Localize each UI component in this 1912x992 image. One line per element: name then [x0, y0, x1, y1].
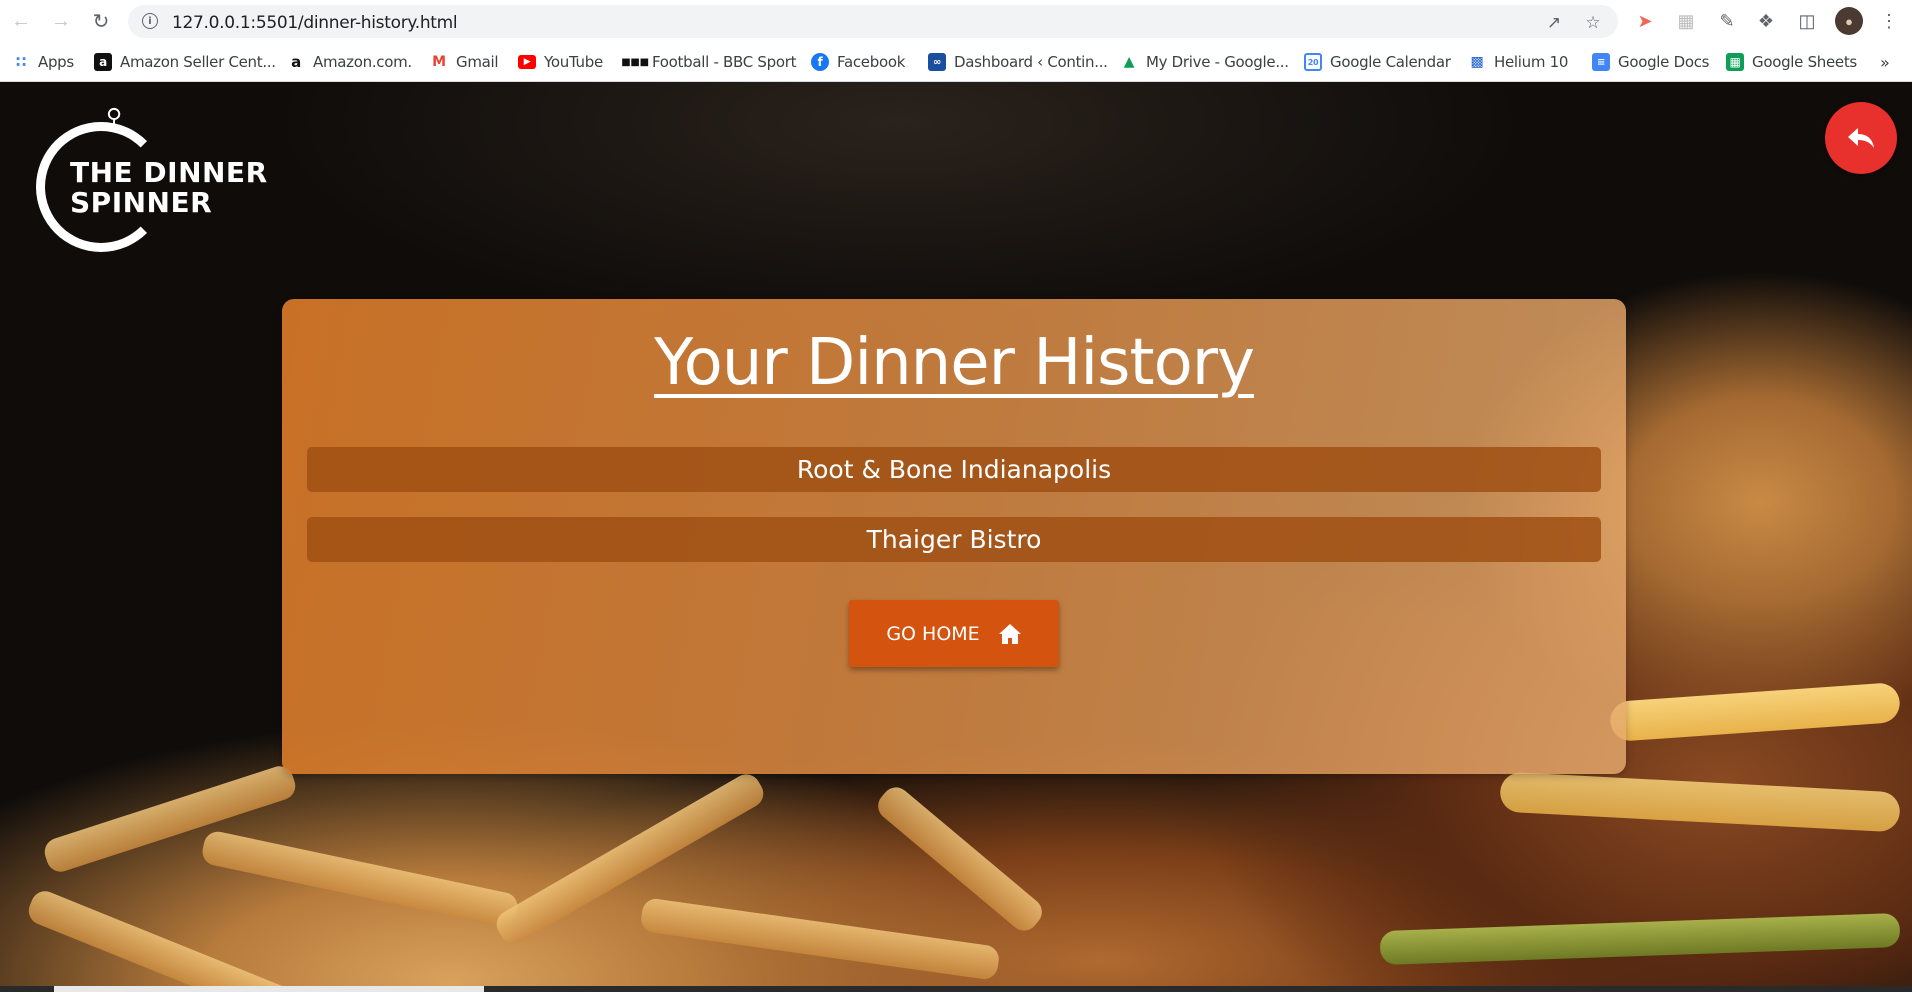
apps-grid-icon: ∷: [15, 53, 27, 71]
site-logo[interactable]: ⚲ THE DINNER SPINNER: [10, 100, 267, 280]
bookmark-label: Helium 10: [1494, 53, 1569, 71]
scrollbar-thumb[interactable]: [54, 986, 484, 992]
amazon-a-icon: a: [291, 53, 301, 71]
fries-decoration: [24, 887, 316, 992]
bookmark-google-calendar[interactable]: 20 Google Calendar: [1304, 51, 1451, 73]
bookmarks-overflow-button[interactable]: »: [1880, 51, 1890, 73]
dashboard-icon: ∞: [928, 53, 946, 71]
menu-dots-icon[interactable]: ⋮: [1878, 10, 1900, 32]
youtube-icon: ▶: [518, 55, 536, 69]
bookmark-helium10[interactable]: ▩ Helium 10: [1468, 51, 1569, 73]
bookmark-apps[interactable]: ∷ Apps: [12, 51, 74, 73]
cheese-decoration: [1499, 771, 1901, 833]
pen-extension-icon[interactable]: ✎: [1716, 10, 1738, 32]
extensions-puzzle-icon[interactable]: ❖: [1755, 10, 1777, 32]
gmail-icon: M: [432, 54, 446, 70]
reply-arrow-icon: [1848, 128, 1874, 148]
bookmark-label: YouTube: [544, 53, 603, 71]
bookmark-dashboard[interactable]: ∞ Dashboard ‹ Contin...: [928, 51, 1108, 73]
site-info-icon[interactable]: i: [142, 13, 158, 29]
go-home-button[interactable]: GO HOME: [849, 600, 1059, 667]
bookmark-amazon[interactable]: a Amazon.com.: [287, 51, 412, 73]
bookmark-amazon-seller[interactable]: a Amazon Seller Cent...: [94, 51, 276, 73]
home-icon: [998, 623, 1021, 644]
fries-decoration: [639, 897, 1001, 981]
bookmark-youtube[interactable]: ▶ YouTube: [518, 51, 603, 73]
extension-red-icon[interactable]: ➤: [1634, 10, 1656, 32]
side-panel-icon[interactable]: ◫: [1796, 10, 1818, 32]
bookmark-gmail[interactable]: M Gmail: [430, 51, 498, 73]
bookmark-label: Apps: [38, 53, 74, 71]
google-calendar-icon: 20: [1304, 53, 1322, 71]
bookmark-label: Dashboard ‹ Contin...: [954, 53, 1108, 71]
amazon-icon: a: [94, 53, 112, 71]
google-sheets-icon: ▦: [1726, 53, 1744, 71]
profile-avatar[interactable]: ●: [1835, 7, 1863, 35]
page-background: ⚲ THE DINNER SPINNER Your Dinner History…: [0, 82, 1912, 992]
browser-toolbar: ← → ↻ i 127.0.0.1:5501/dinner-history.ht…: [0, 0, 1912, 42]
bookmark-google-sheets[interactable]: ▦ Google Sheets: [1726, 51, 1857, 73]
bookmark-label: My Drive - Google...: [1146, 53, 1289, 71]
google-docs-icon: ≡: [1592, 53, 1610, 71]
bookmark-label: Facebook: [837, 53, 906, 71]
dinner-history-panel: Your Dinner History Root & Bone Indianap…: [282, 299, 1626, 774]
logo-line-2: SPINNER: [70, 186, 213, 219]
bookmark-label: Gmail: [456, 53, 499, 71]
bookmark-label: Google Sheets: [1752, 53, 1857, 71]
reload-icon[interactable]: ↻: [88, 8, 114, 34]
url-text[interactable]: 127.0.0.1:5501/dinner-history.html: [172, 13, 458, 33]
bookmark-facebook[interactable]: f Facebook: [811, 51, 905, 73]
logo-text: THE DINNER SPINNER: [70, 158, 268, 218]
horizontal-scrollbar[interactable]: [0, 986, 1912, 992]
google-drive-icon: ▲: [1123, 54, 1135, 70]
pickle-decoration: [1379, 912, 1901, 966]
helium10-icon: ▩: [1470, 54, 1484, 70]
back-button[interactable]: [1825, 102, 1897, 174]
bookmark-label: Google Docs: [1618, 53, 1710, 71]
fries-decoration: [199, 829, 521, 929]
share-icon[interactable]: ↗: [1544, 13, 1564, 33]
facebook-icon: f: [811, 53, 829, 71]
cheese-decoration: [1608, 681, 1902, 743]
bookmark-star-icon[interactable]: ☆: [1583, 13, 1603, 33]
bookmark-google-docs[interactable]: ≡ Google Docs: [1592, 51, 1709, 73]
bookmark-label: Google Calendar: [1330, 53, 1451, 71]
bbc-icon: ■■■: [621, 56, 649, 68]
forward-arrow-icon[interactable]: →: [48, 8, 74, 34]
history-item[interactable]: Thaiger Bistro: [307, 517, 1601, 562]
logo-line-1: THE DINNER: [70, 156, 268, 189]
back-arrow-icon[interactable]: ←: [8, 8, 34, 34]
extension-grey-icon[interactable]: ▦: [1675, 10, 1697, 32]
page-title: Your Dinner History: [654, 326, 1255, 400]
bookmark-label: Football - BBC Sport: [652, 53, 797, 71]
bookmark-bbc-sport[interactable]: ■■■ Football - BBC Sport: [621, 51, 797, 73]
bookmark-google-drive[interactable]: ▲ My Drive - Google...: [1120, 51, 1289, 73]
history-item[interactable]: Root & Bone Indianapolis: [307, 447, 1601, 492]
bookmarks-bar: ∷ Apps a Amazon Seller Cent... a Amazon.…: [0, 42, 1912, 82]
history-list: Root & Bone Indianapolis Thaiger Bistro: [307, 447, 1601, 587]
bookmark-label: Amazon.com.: [313, 53, 412, 71]
bookmark-label: Amazon Seller Cent...: [120, 53, 276, 71]
location-pin-icon: ⚲: [106, 104, 123, 129]
address-bar[interactable]: i 127.0.0.1:5501/dinner-history.html ↗ ☆: [128, 5, 1618, 38]
go-home-label: GO HOME: [886, 622, 980, 645]
fries-decoration: [872, 781, 1048, 937]
